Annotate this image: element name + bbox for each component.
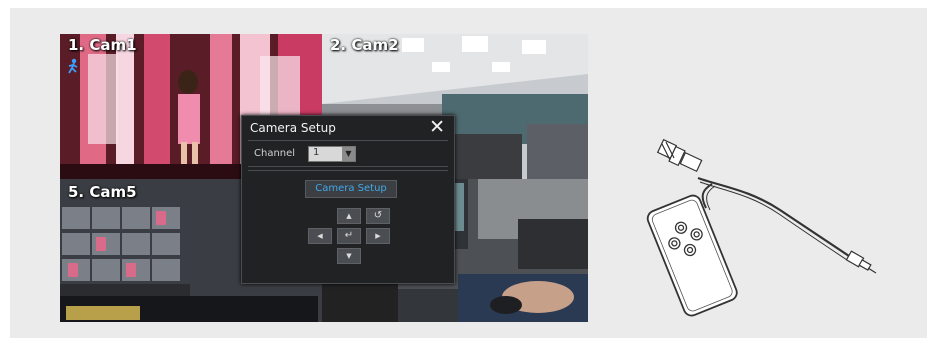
enter-button[interactable]: ↵	[337, 228, 361, 244]
motion-person-icon	[68, 58, 78, 74]
channel-value: 1	[313, 147, 320, 158]
camera-setup-button[interactable]: Camera Setup	[305, 180, 397, 198]
taskbar	[60, 296, 318, 322]
camera-setup-dialog: Camera Setup ✕ Channel 1 ▼ Camera Setup …	[241, 115, 455, 284]
down-arrow-button[interactable]: ▼	[337, 248, 361, 264]
chevron-down-icon[interactable]: ▼	[342, 147, 355, 161]
channel-select[interactable]: 1 ▼	[308, 146, 356, 162]
divider	[248, 166, 448, 167]
divider	[248, 170, 448, 171]
divider	[248, 140, 448, 141]
up-arrow-button[interactable]: ▲	[337, 208, 361, 224]
remote-control-illustration	[646, 138, 877, 317]
channel-label: Channel	[254, 148, 296, 159]
cam2-label: 2. Cam2	[330, 36, 399, 54]
cam5-label: 5. Cam5	[68, 183, 137, 201]
left-arrow-button[interactable]: ◀	[308, 228, 332, 244]
refresh-button[interactable]: ↺	[366, 208, 390, 224]
cam1-label: 1. Cam1	[68, 36, 137, 54]
right-arrow-button[interactable]: ▶	[366, 228, 390, 244]
dialog-title: Camera Setup	[250, 121, 336, 135]
close-icon[interactable]: ✕	[429, 116, 445, 138]
dvr-screenshot: 1. Cam1 2. Cam2 5. Cam5 Camera Setup ✕ C…	[60, 34, 588, 322]
